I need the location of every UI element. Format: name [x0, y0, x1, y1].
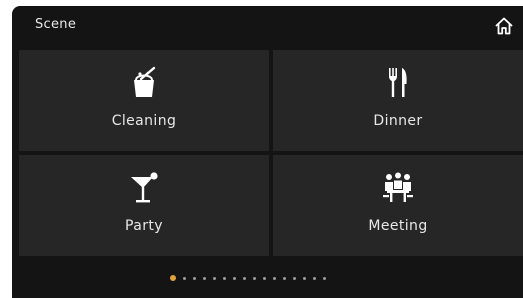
fork-knife-icon	[381, 66, 415, 100]
scene-label: Cleaning	[111, 113, 177, 129]
page-dot[interactable]	[283, 276, 286, 280]
page-dot[interactable]	[313, 276, 316, 280]
page-dot[interactable]	[193, 276, 196, 280]
page-title: Scene	[35, 17, 77, 32]
page-dot[interactable]	[213, 276, 216, 280]
page-dot[interactable]	[183, 276, 186, 280]
meeting-people-icon	[381, 171, 415, 205]
home-button[interactable]	[494, 16, 514, 36]
page-dot-active[interactable]	[170, 275, 176, 281]
cocktail-glass-icon	[127, 171, 161, 205]
page-dot[interactable]	[223, 276, 226, 280]
scene-label: Meeting	[368, 218, 428, 234]
scene-tile-party[interactable]: Party	[19, 155, 269, 256]
page-dot[interactable]	[293, 276, 296, 280]
cleaning-bucket-icon	[127, 66, 161, 100]
scene-label: Party	[125, 218, 163, 234]
scene-panel: Scene Cleaning Dinner Party Meeting	[12, 6, 523, 298]
page-dot[interactable]	[233, 276, 236, 280]
scene-label: Dinner	[373, 113, 423, 129]
header-bar: Scene	[12, 6, 523, 46]
scene-tile-dinner[interactable]: Dinner	[273, 50, 523, 151]
scene-grid: Cleaning Dinner Party Meeting	[19, 50, 523, 256]
home-icon	[495, 17, 513, 35]
page-dot[interactable]	[243, 276, 246, 280]
page-dot[interactable]	[263, 276, 266, 280]
page-dot[interactable]	[273, 276, 276, 280]
page-dot[interactable]	[203, 276, 206, 280]
page-dot[interactable]	[253, 276, 256, 280]
page-dot[interactable]	[323, 276, 326, 280]
scene-tile-meeting[interactable]: Meeting	[273, 155, 523, 256]
page-indicator	[170, 274, 326, 282]
scene-tile-cleaning[interactable]: Cleaning	[19, 50, 269, 151]
page-dot[interactable]	[303, 276, 306, 280]
